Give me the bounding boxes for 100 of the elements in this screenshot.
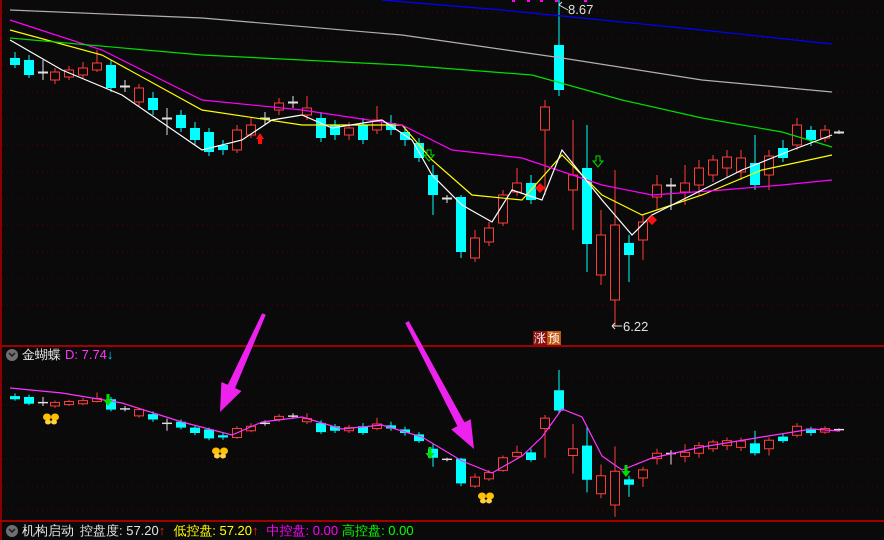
arrow-up-icon (256, 133, 264, 144)
candlestick (24, 54, 34, 78)
trend-arrow: ↓ (106, 347, 114, 363)
candlestick (526, 448, 536, 462)
candlestick (666, 178, 676, 210)
candlestick (414, 432, 424, 444)
candlestick (358, 422, 368, 436)
candlestick (302, 96, 312, 120)
candlestick (764, 437, 774, 456)
candlestick (120, 406, 130, 412)
candlestick (526, 174, 536, 204)
candlestick (694, 160, 704, 196)
candlestick (134, 84, 144, 106)
candlestick (274, 414, 284, 422)
candlestick (498, 190, 508, 226)
indicator-reading: 高控盘: 0.00 (342, 523, 414, 539)
arrow-down-icon (104, 394, 112, 406)
candlestick (64, 399, 74, 406)
leader-line (558, 2, 568, 10)
candlestick (330, 424, 340, 434)
arrow-down-icon (592, 156, 604, 168)
candlestick (344, 122, 354, 140)
candlestick (50, 400, 60, 408)
candlestick (372, 417, 382, 431)
candlestick (162, 418, 172, 432)
candlestick (512, 168, 522, 196)
indicator-name: 机构启动 (22, 523, 74, 539)
candlestick (736, 437, 746, 452)
candlestick (652, 174, 662, 210)
candlestick (176, 419, 186, 430)
candlestick (414, 138, 424, 162)
indicator-reading: 低控盘: 57.20 (173, 523, 252, 539)
collapse-icon[interactable] (6, 525, 18, 537)
candlestick (834, 428, 844, 431)
price-high-label: 8.67 (568, 3, 594, 16)
trend-arrow: ↑ (158, 523, 166, 539)
candlestick (120, 80, 130, 92)
indicator-name: 金蝴蝶 (22, 347, 61, 363)
candlestick (162, 108, 172, 136)
candlestick (722, 437, 732, 451)
candlestick (232, 124, 242, 154)
indicator-reading: D: 7.74 (65, 347, 107, 363)
candlestick (778, 140, 788, 162)
candlestick (442, 457, 452, 462)
candlestick (246, 422, 256, 433)
butterfly-icon (212, 448, 228, 458)
candlestick (302, 412, 312, 424)
arrow-down-icon (622, 465, 630, 477)
candlestick (246, 118, 256, 138)
candlestick (358, 118, 368, 144)
arrow-down-icon (426, 447, 434, 459)
candlestick (708, 154, 718, 182)
indicator-reading: 中控盘: 0.00 (266, 523, 338, 539)
leader-line (612, 322, 622, 330)
candlestick (778, 432, 788, 444)
candlestick (442, 194, 452, 204)
candlestick (316, 420, 326, 434)
candlestick (288, 96, 298, 108)
butterfly-icon (478, 492, 494, 504)
candlestick (386, 421, 396, 432)
candlestick (820, 124, 830, 142)
candlestick (330, 120, 340, 140)
candlestick (92, 392, 102, 403)
candlestick (554, 370, 564, 414)
candlestick (680, 444, 690, 463)
candlestick (750, 134, 760, 190)
signal-badge: 涨 (533, 331, 547, 345)
candlestick (792, 422, 802, 438)
candlestick (38, 60, 48, 80)
collapse-icon[interactable] (6, 349, 18, 361)
candlestick (148, 92, 158, 116)
candlestick (806, 426, 816, 436)
candlestick (260, 420, 270, 426)
candlestick (470, 473, 480, 488)
candlestick (260, 112, 270, 124)
diamond-icon (535, 183, 545, 193)
candlestick (134, 407, 144, 418)
candlestick (24, 394, 34, 406)
candlestick (190, 424, 200, 436)
signal-badge: 预 (547, 331, 561, 345)
candlestick (274, 98, 284, 116)
candlestick (148, 410, 158, 422)
candlestick (470, 230, 480, 262)
candlestick (750, 430, 760, 456)
candlestick (50, 68, 60, 84)
diamond-icon (647, 215, 657, 225)
candlestick (400, 126, 410, 146)
candlestick (722, 150, 732, 178)
candlestick (456, 194, 466, 258)
candlestick (582, 426, 592, 493)
candlestick (204, 128, 214, 156)
candlestick (204, 427, 214, 441)
candlestick (624, 234, 634, 282)
candlestick (428, 164, 438, 216)
candlestick (218, 432, 228, 440)
candlestick (498, 455, 508, 472)
candlestick (624, 475, 634, 498)
candlestick (638, 214, 648, 260)
candlestick (736, 150, 746, 180)
candlestick (218, 140, 228, 156)
